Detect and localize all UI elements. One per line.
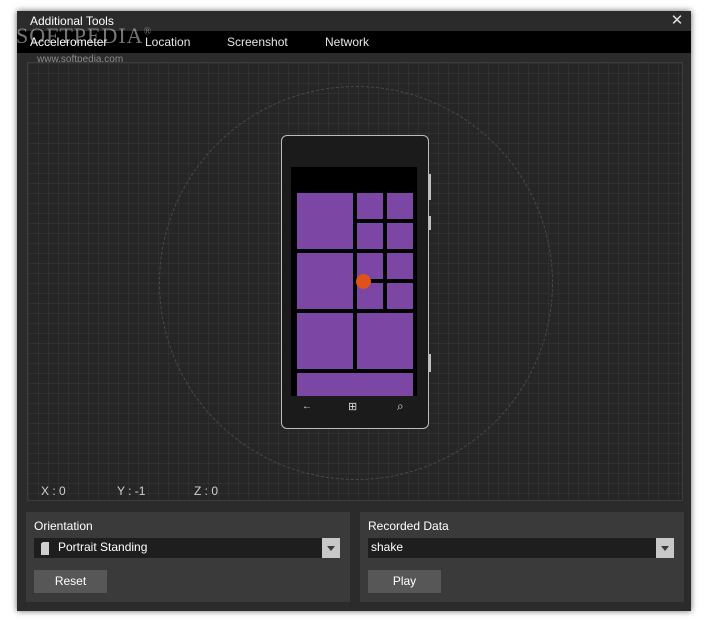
title-bar[interactable]: Additional Tools ✕ xyxy=(17,11,691,31)
recorded-data-selected: shake xyxy=(371,540,404,554)
reset-button[interactable]: Reset xyxy=(34,570,107,593)
y-readout: Y : -1 xyxy=(117,484,146,498)
recorded-data-dropdown[interactable]: shake xyxy=(368,538,674,558)
phone-screen xyxy=(291,167,417,396)
phone-nav-bar: ← ⊞ ⌕ xyxy=(291,398,417,418)
recorded-data-label: Recorded Data xyxy=(368,519,449,533)
start-tile xyxy=(297,313,353,369)
phone-volume-button xyxy=(429,174,431,200)
start-tile xyxy=(387,223,413,249)
start-tile xyxy=(387,253,413,279)
tab-screenshot[interactable]: Screenshot xyxy=(227,35,288,49)
orientation-dropdown[interactable]: Portrait Standing xyxy=(34,538,340,558)
play-button[interactable]: Play xyxy=(368,570,441,593)
orientation-label: Orientation xyxy=(34,519,93,533)
z-readout: Z : 0 xyxy=(194,484,219,498)
phone-model: ← ⊞ ⌕ xyxy=(281,135,431,429)
tab-accelerometer[interactable]: Accelerometer xyxy=(30,35,107,49)
portrait-phone-icon xyxy=(41,542,49,555)
start-tile xyxy=(297,193,353,249)
start-tile xyxy=(357,223,383,249)
tilt-indicator-handle[interactable] xyxy=(356,274,371,289)
phone-camera-button xyxy=(429,354,431,372)
tab-location[interactable]: Location xyxy=(145,35,190,49)
back-arrow-icon: ← xyxy=(302,401,312,412)
accelerometer-canvas: ← ⊞ ⌕ X : 0 Y : -1 Z : 0 xyxy=(27,62,683,501)
start-tile xyxy=(357,313,413,369)
chevron-down-icon[interactable] xyxy=(322,538,340,558)
x-readout: X : 0 xyxy=(41,484,66,498)
start-tile xyxy=(357,193,383,219)
tab-bar: Accelerometer Location Screenshot Networ… xyxy=(17,31,691,53)
orientation-panel: Orientation Portrait Standing Reset xyxy=(26,512,350,602)
search-icon: ⌕ xyxy=(397,399,404,413)
start-tile xyxy=(297,373,413,396)
orientation-selected: Portrait Standing xyxy=(58,540,148,554)
additional-tools-window: Additional Tools ✕ Accelerometer Locatio… xyxy=(16,11,691,611)
chevron-down-icon[interactable] xyxy=(656,538,674,558)
start-tile xyxy=(387,283,413,309)
start-tile xyxy=(297,253,353,309)
recorded-data-panel: Recorded Data shake Play xyxy=(360,512,684,602)
windows-logo-icon: ⊞ xyxy=(348,401,358,413)
start-tile xyxy=(387,193,413,219)
phone-power-button xyxy=(429,216,431,230)
tab-network[interactable]: Network xyxy=(325,35,369,49)
close-button[interactable]: ✕ xyxy=(669,12,685,30)
window-title: Additional Tools xyxy=(30,14,114,28)
